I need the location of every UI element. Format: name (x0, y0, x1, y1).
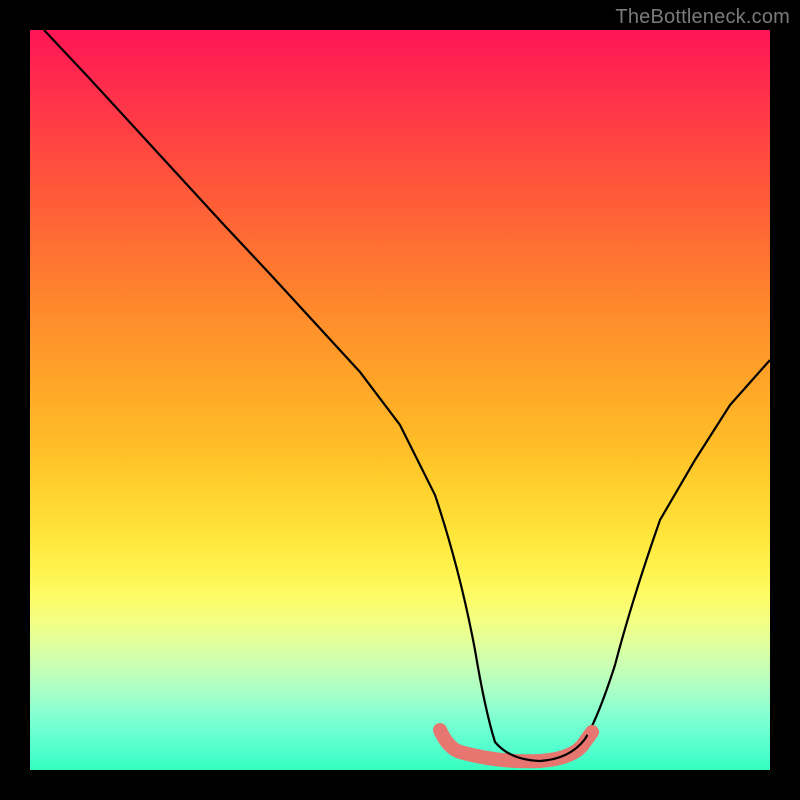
bottleneck-curve (44, 30, 770, 761)
plot-area (30, 30, 770, 770)
attribution-text: TheBottleneck.com (615, 6, 790, 29)
highlight-dot (586, 725, 598, 737)
chart-frame: TheBottleneck.com (0, 0, 800, 800)
curve-layer (30, 30, 770, 770)
